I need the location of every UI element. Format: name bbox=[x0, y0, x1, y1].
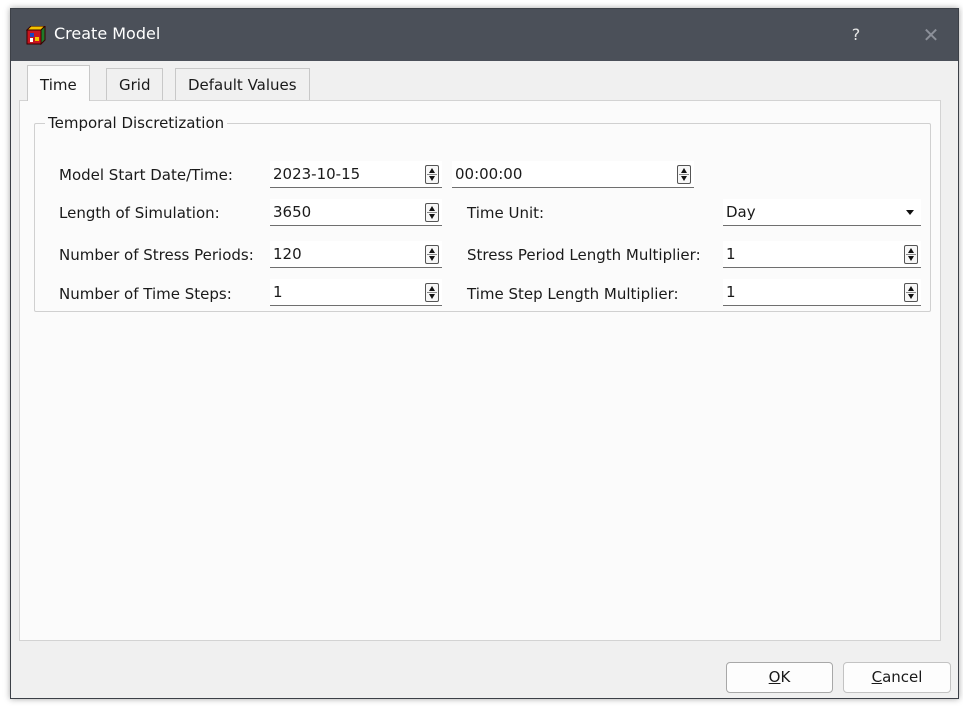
sp-multiplier-spin-arrows-icon[interactable] bbox=[904, 245, 918, 264]
start-datetime-label: Model Start Date/Time: bbox=[59, 166, 233, 184]
time-unit-label: Time Unit: bbox=[467, 204, 545, 222]
ok-mnemonic: O bbox=[768, 668, 781, 686]
tab-grid[interactable]: Grid bbox=[106, 68, 164, 100]
window-title: Create Model bbox=[54, 24, 161, 43]
stress-periods-value: 120 bbox=[273, 245, 302, 263]
sp-multiplier-value: 1 bbox=[726, 245, 736, 263]
ts-multiplier-value: 1 bbox=[726, 283, 736, 301]
length-of-simulation-value: 3650 bbox=[273, 203, 312, 221]
time-unit-dropdown[interactable]: Day bbox=[723, 199, 921, 226]
ts-multiplier-spinbox[interactable]: 1 bbox=[723, 279, 921, 306]
sp-multiplier-label: Stress Period Length Multiplier: bbox=[467, 246, 701, 264]
stress-periods-spinbox[interactable]: 120 bbox=[270, 241, 442, 268]
close-button[interactable]: ✕ bbox=[911, 21, 951, 49]
group-title: Temporal Discretization bbox=[45, 114, 228, 132]
ok-label-rest: K bbox=[780, 668, 791, 686]
ts-multiplier-label: Time Step Length Multiplier: bbox=[467, 285, 679, 303]
length-spin-arrows-icon[interactable] bbox=[425, 203, 439, 222]
app-cube-icon bbox=[26, 26, 46, 46]
time-steps-spinbox[interactable]: 1 bbox=[270, 279, 442, 306]
cancel-label-rest: ancel bbox=[882, 668, 923, 686]
time-steps-value: 1 bbox=[273, 283, 283, 301]
ts-multiplier-spin-arrows-icon[interactable] bbox=[904, 283, 918, 302]
start-date-value: 2023-10-15 bbox=[273, 165, 361, 183]
start-date-spin-arrows-icon[interactable] bbox=[425, 165, 439, 184]
cancel-mnemonic: C bbox=[871, 668, 883, 686]
time-steps-label: Number of Time Steps: bbox=[59, 285, 232, 303]
chevron-down-icon[interactable] bbox=[906, 210, 914, 215]
start-time-value: 00:00:00 bbox=[455, 165, 523, 183]
start-time-spinbox[interactable]: 00:00:00 bbox=[452, 161, 694, 188]
stress-periods-spin-arrows-icon[interactable] bbox=[425, 245, 439, 264]
ok-button[interactable]: OK bbox=[726, 662, 833, 693]
help-button[interactable]: ? bbox=[836, 21, 876, 49]
cancel-button[interactable]: Cancel bbox=[843, 662, 951, 693]
time-unit-value: Day bbox=[726, 203, 756, 221]
start-time-spin-arrows-icon[interactable] bbox=[677, 165, 691, 184]
length-of-simulation-label: Length of Simulation: bbox=[59, 204, 220, 222]
sp-multiplier-spinbox[interactable]: 1 bbox=[723, 241, 921, 268]
title-bar: Create Model ? ✕ bbox=[11, 9, 958, 61]
tab-default-values[interactable]: Default Values bbox=[175, 68, 310, 100]
time-steps-spin-arrows-icon[interactable] bbox=[425, 283, 439, 302]
start-date-spinbox[interactable]: 2023-10-15 bbox=[270, 161, 442, 188]
tab-time[interactable]: Time bbox=[27, 65, 90, 101]
stress-periods-label: Number of Stress Periods: bbox=[59, 246, 254, 264]
length-of-simulation-spinbox[interactable]: 3650 bbox=[270, 199, 442, 226]
